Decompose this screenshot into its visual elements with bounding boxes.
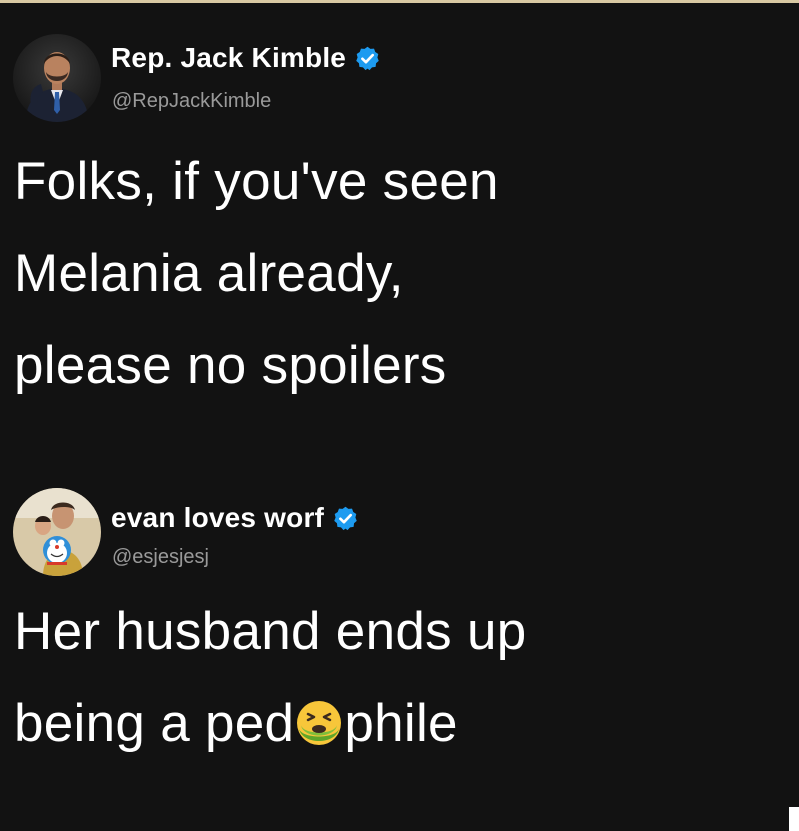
- name-row: evan loves worf: [111, 502, 359, 534]
- avatar-man-in-suit-icon: [13, 34, 101, 122]
- tweet-body: Her husband ends up being a ped phile: [14, 586, 527, 770]
- tweet-body: Folks, if you've seen Melania already, p…: [14, 136, 499, 412]
- verified-badge-icon: [332, 505, 359, 532]
- tweet-body-line: please no spoilers: [14, 336, 447, 395]
- nauseated-face-icon: [295, 684, 343, 745]
- tweet-body-line: Her husband ends up: [14, 602, 527, 661]
- avatar[interactable]: [13, 34, 101, 122]
- display-name[interactable]: evan loves worf: [111, 502, 324, 534]
- verified-badge-icon: [354, 45, 381, 72]
- avatar[interactable]: [13, 488, 101, 576]
- handle[interactable]: @esjesjesj: [112, 546, 209, 569]
- tweet-body-fragment: being a ped: [14, 694, 295, 753]
- tweet-body-line: being a ped phile: [14, 678, 527, 770]
- avatar-person-with-doraemon-icon: [13, 488, 101, 576]
- corner-watermark-fragment: [789, 807, 799, 831]
- top-edge-strip: [0, 0, 799, 3]
- tweet-screenshot: Rep. Jack Kimble @RepJackKimble Folks, i…: [0, 0, 799, 831]
- handle[interactable]: @RepJackKimble: [112, 90, 271, 113]
- name-row: Rep. Jack Kimble: [111, 42, 381, 74]
- tweet-body-line: Melania already,: [14, 244, 404, 303]
- tweet-body-line: Folks, if you've seen: [14, 152, 499, 211]
- tweet-body-fragment: phile: [344, 694, 458, 753]
- display-name[interactable]: Rep. Jack Kimble: [111, 42, 346, 74]
